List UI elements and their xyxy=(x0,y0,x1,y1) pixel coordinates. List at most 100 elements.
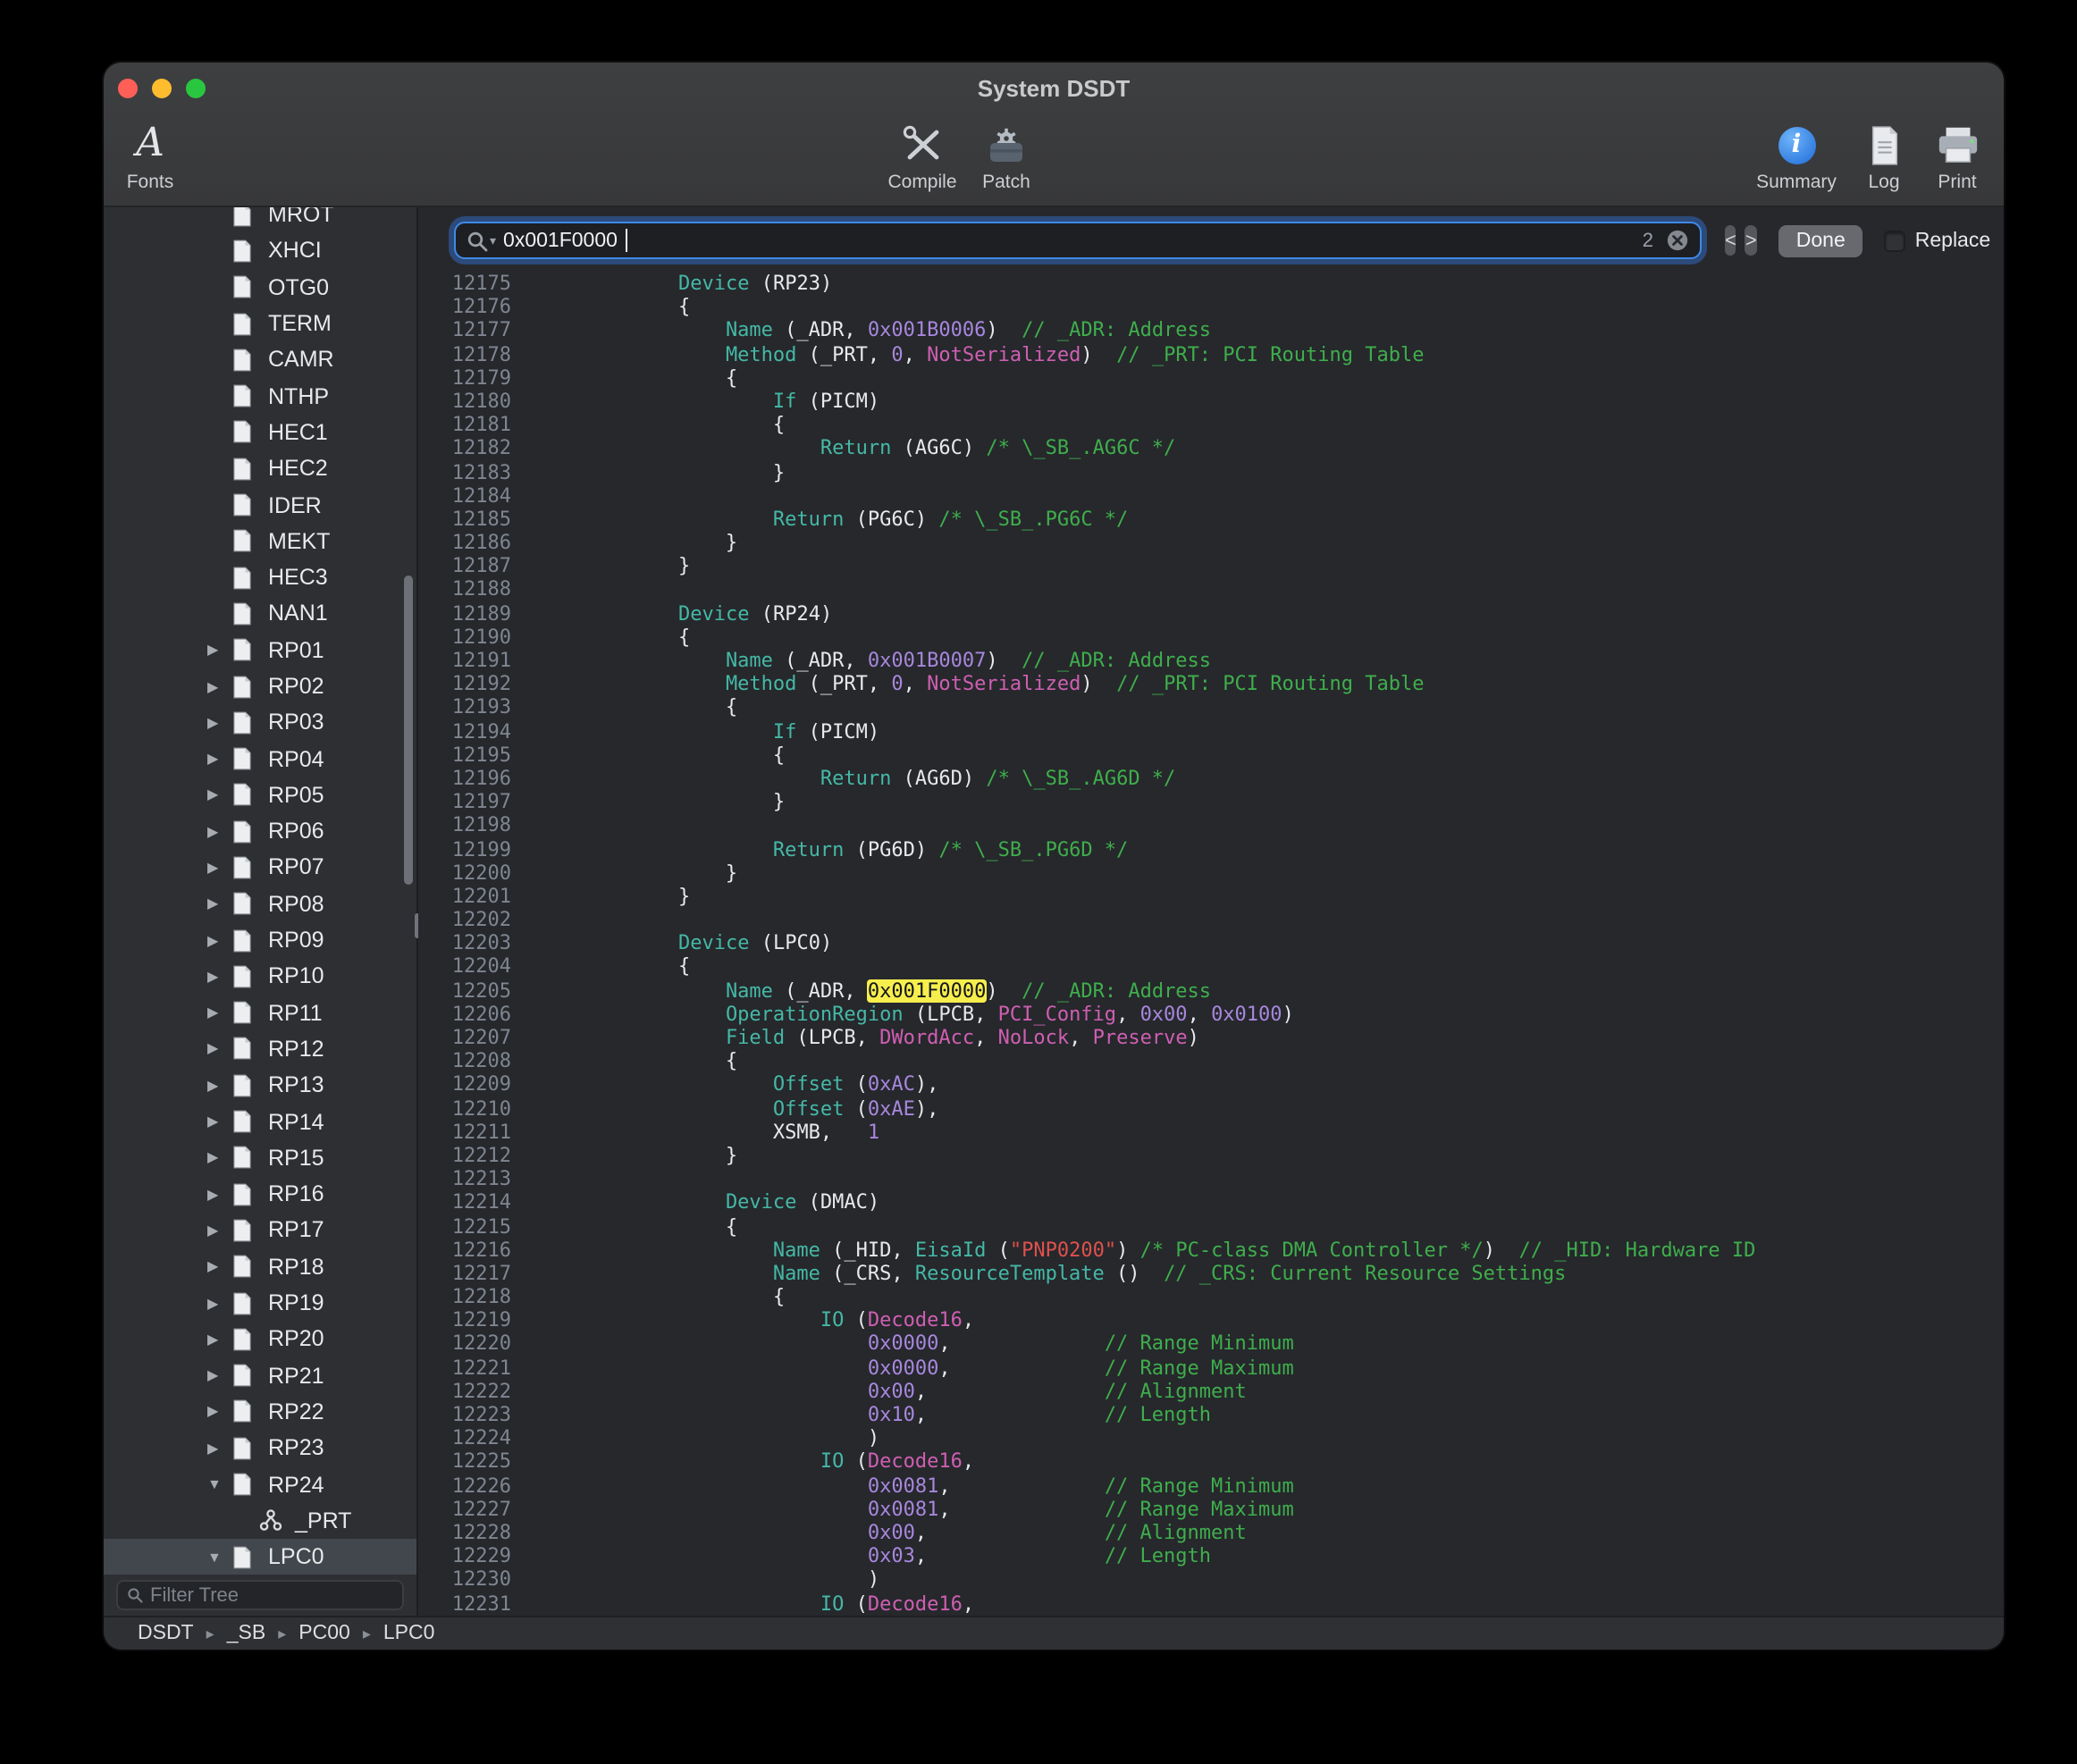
toolbar-button-print[interactable]: Print xyxy=(1921,120,1993,202)
sidebar-item-rp02[interactable]: RP02 xyxy=(104,668,416,705)
sidebar-item-rp05[interactable]: RP05 xyxy=(104,777,416,814)
device-icon xyxy=(232,1219,261,1242)
sidebar-item-xhci[interactable]: XHCI xyxy=(104,233,416,270)
sidebar-item-rp20[interactable]: RP20 xyxy=(104,1321,416,1357)
sidebar-item-rp12[interactable]: RP12 xyxy=(104,1031,416,1068)
line-number: 12221 xyxy=(418,1356,511,1379)
line-number: 12188 xyxy=(418,578,511,601)
disclosure-triangle-icon[interactable] xyxy=(207,787,232,803)
toolbar-button-summary[interactable]: i Summary xyxy=(1743,120,1850,202)
disclosure-triangle-icon[interactable] xyxy=(207,751,232,767)
sidebar-item-rp15[interactable]: RP15 xyxy=(104,1139,416,1176)
disclosure-triangle-icon[interactable] xyxy=(207,896,232,912)
find-next-button[interactable]: > xyxy=(1745,225,1757,256)
sidebar-item-rp19[interactable]: RP19 xyxy=(104,1285,416,1322)
sidebar-item-rp06[interactable]: RP06 xyxy=(104,813,416,850)
code-text: Method (_PRT, 0, NotSerialized) // _PRT:… xyxy=(511,672,1424,695)
sidebar-item-mrot[interactable]: MROT xyxy=(104,207,416,233)
sidebar-item-rp11[interactable]: RP11 xyxy=(104,995,416,1031)
minimize-button[interactable] xyxy=(152,79,172,98)
code-line: 12188 xyxy=(418,578,2004,601)
sidebar-item-rp17[interactable]: RP17 xyxy=(104,1213,416,1249)
sidebar-item-rp07[interactable]: RP07 xyxy=(104,850,416,886)
disclosure-triangle-icon[interactable] xyxy=(207,1259,232,1275)
sidebar-item-nan1[interactable]: NAN1 xyxy=(104,596,416,633)
sidebar-item-nthp[interactable]: NTHP xyxy=(104,378,416,415)
line-number: 12196 xyxy=(418,767,511,790)
disclosure-triangle-icon[interactable] xyxy=(207,1549,232,1565)
disclosure-triangle-icon[interactable] xyxy=(207,1367,232,1383)
sidebar-item-rp03[interactable]: RP03 xyxy=(104,704,416,741)
disclosure-triangle-icon[interactable] xyxy=(207,932,232,948)
sidebar-item-hec1[interactable]: HEC1 xyxy=(104,415,416,451)
disclosure-triangle-icon[interactable] xyxy=(207,642,232,658)
sidebar-item-hec2[interactable]: HEC2 xyxy=(104,450,416,487)
sidebar-item-rp18[interactable]: RP18 xyxy=(104,1248,416,1285)
clear-search-icon[interactable] xyxy=(1666,229,1689,252)
filter-placeholder: Filter Tree xyxy=(150,1584,239,1606)
sidebar-item-ider[interactable]: IDER xyxy=(104,487,416,524)
sidebar-item-rp08[interactable]: RP08 xyxy=(104,886,416,922)
sidebar-scrollbar[interactable] xyxy=(404,575,413,885)
disclosure-triangle-icon[interactable] xyxy=(207,1113,232,1130)
disclosure-triangle-icon[interactable] xyxy=(207,1331,232,1348)
filter-search-icon xyxy=(127,1587,143,1603)
sidebar-item-rp16[interactable]: RP16 xyxy=(104,1176,416,1213)
code-line: 12178 Method (_PRT, 0, NotSerialized) //… xyxy=(418,342,2004,365)
disclosure-triangle-icon[interactable] xyxy=(207,1295,232,1311)
disclosure-triangle-icon[interactable] xyxy=(207,1004,232,1021)
replace-checkbox[interactable] xyxy=(1885,230,1906,251)
sidebar-tree[interactable]: MROTXHCIOTG0TERMCAMRNTHPHEC1HEC2IDERMEKT… xyxy=(104,207,416,1575)
sidebar-item-_prt[interactable]: _PRT xyxy=(104,1502,416,1539)
sidebar-item-camr[interactable]: CAMR xyxy=(104,341,416,378)
sidebar-item-label: RP10 xyxy=(268,964,324,989)
disclosure-triangle-icon[interactable] xyxy=(207,1476,232,1492)
filter-tree-field[interactable]: Filter Tree xyxy=(116,1580,404,1610)
sidebar-item-rp01[interactable]: RP01 xyxy=(104,632,416,668)
sidebar-item-rp24[interactable]: RP24 xyxy=(104,1466,416,1503)
breadcrumb-item[interactable]: _SB xyxy=(227,1623,266,1644)
disclosure-triangle-icon[interactable] xyxy=(207,1150,232,1166)
breadcrumb-item[interactable]: LPC0 xyxy=(383,1623,435,1644)
disclosure-triangle-icon[interactable] xyxy=(207,969,232,985)
disclosure-triangle-icon[interactable] xyxy=(207,1041,232,1057)
disclosure-triangle-icon[interactable] xyxy=(207,860,232,876)
breadcrumb-item[interactable]: PC00 xyxy=(299,1623,350,1644)
sidebar-item-hec3[interactable]: HEC3 xyxy=(104,559,416,596)
disclosure-triangle-icon[interactable] xyxy=(207,1404,232,1420)
find-input[interactable]: ▾ 0x001F0000 2 xyxy=(454,222,1702,259)
sidebar-item-rp22[interactable]: RP22 xyxy=(104,1394,416,1431)
toolbar-button-fonts[interactable]: A Fonts xyxy=(111,120,189,202)
close-button[interactable] xyxy=(118,79,138,98)
sidebar-item-rp13[interactable]: RP13 xyxy=(104,1067,416,1104)
disclosure-triangle-icon[interactable] xyxy=(207,1440,232,1456)
sidebar-item-rp09[interactable]: RP09 xyxy=(104,922,416,959)
sidebar-item-rp21[interactable]: RP21 xyxy=(104,1357,416,1394)
toolbar-button-patch[interactable]: Patch xyxy=(965,120,1047,202)
disclosure-triangle-icon[interactable] xyxy=(207,823,232,839)
sidebar-item-rp04[interactable]: RP04 xyxy=(104,741,416,777)
breadcrumb-item[interactable]: DSDT xyxy=(138,1623,194,1644)
find-previous-button[interactable]: < xyxy=(1725,225,1736,256)
disclosure-triangle-icon[interactable] xyxy=(207,1078,232,1094)
titlebar[interactable]: System DSDT xyxy=(104,63,2004,114)
code-text xyxy=(511,483,536,507)
sidebar-item-lpc0[interactable]: LPC0 xyxy=(104,1539,416,1575)
sidebar-item-rp23[interactable]: RP23 xyxy=(104,1430,416,1466)
disclosure-triangle-icon[interactable] xyxy=(207,1186,232,1202)
disclosure-triangle-icon[interactable] xyxy=(207,678,232,694)
sidebar-item-term[interactable]: TERM xyxy=(104,306,416,342)
sidebar-item-rp14[interactable]: RP14 xyxy=(104,1104,416,1140)
sidebar-item-rp10[interactable]: RP10 xyxy=(104,958,416,995)
done-button[interactable]: Done xyxy=(1778,224,1863,256)
device-icon xyxy=(232,819,261,843)
disclosure-triangle-icon[interactable] xyxy=(207,1222,232,1239)
code-lines[interactable]: 12175 Device (RP23)12176 {12177 Name (_A… xyxy=(418,272,2004,1616)
zoom-button[interactable] xyxy=(186,79,206,98)
sidebar-item-otg0[interactable]: OTG0 xyxy=(104,269,416,306)
disclosure-triangle-icon[interactable] xyxy=(207,715,232,731)
toolbar-button-compile[interactable]: Compile xyxy=(869,120,976,202)
window-controls xyxy=(118,79,206,98)
sidebar-item-mekt[interactable]: MEKT xyxy=(104,523,416,559)
toolbar-button-log[interactable]: Log xyxy=(1850,120,1918,202)
